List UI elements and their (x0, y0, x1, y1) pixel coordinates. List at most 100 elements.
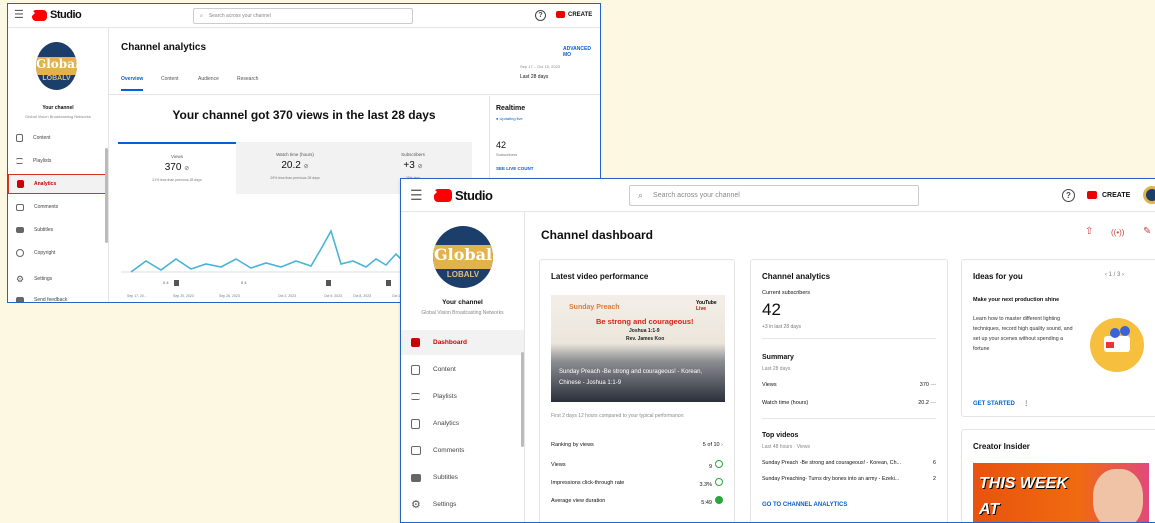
content-icon (411, 364, 420, 375)
nav-copyright[interactable]: Copyright (8, 244, 108, 262)
subtitles-icon (411, 473, 421, 482)
create-video-icon (1087, 191, 1097, 199)
top-video-row[interactable]: Sunday Preaching- Turns dry bones into a… (751, 476, 947, 482)
studio-logo[interactable]: Studio (434, 188, 493, 203)
sidebar-scrollbar[interactable] (521, 352, 524, 447)
go-live-icon[interactable]: ((•)) (1111, 228, 1124, 237)
create-post-icon[interactable]: ✎ (1143, 226, 1151, 237)
summary-row[interactable]: Watch time (hours) 20.2 — (751, 400, 947, 406)
realtime-subscriber-count: 42 (496, 140, 507, 150)
date-range[interactable]: Sep 17 – Oct 15, 2023 (520, 64, 560, 69)
x-tick: Sep 26, 2023 (219, 294, 240, 298)
dashboard-icon (411, 338, 420, 347)
gear-icon: ⚙ (16, 273, 25, 284)
creator-insider-thumbnail[interactable]: THIS WEEK AT (973, 463, 1149, 522)
chart-marker-label: 0 4 (241, 280, 247, 285)
video-marker[interactable] (326, 280, 331, 286)
nav-settings[interactable]: ⚙ Settings (401, 492, 524, 517)
stat-row[interactable]: Average view duration 5:49 (540, 496, 734, 506)
tab-overview[interactable]: Overview (121, 76, 144, 91)
help-icon[interactable]: ? (535, 10, 546, 21)
search-icon: ⌕ (200, 13, 203, 19)
video-thumbnail[interactable]: Sunday Preach Be strong and courageous! … (551, 295, 725, 402)
nav-send-feedback[interactable]: Send feedback (8, 291, 108, 302)
nav-comments[interactable]: Comments (401, 438, 524, 463)
nav-subtitles[interactable]: Subtitles (401, 465, 524, 490)
check-icon: ⊘ (303, 164, 309, 170)
channel-name: Global Vision Broadcasting Networks (25, 114, 91, 119)
check-icon (715, 460, 723, 468)
more-options-icon[interactable]: ⋮ (1023, 401, 1029, 407)
nav-playlists[interactable]: Playlists (401, 384, 524, 409)
your-channel-label: Your channel (42, 105, 74, 111)
chevron-right-icon[interactable]: › (1122, 272, 1124, 278)
feedback-icon (16, 296, 24, 302)
advanced-mode-link[interactable]: ADVANCED MO (563, 46, 600, 58)
sidebar: Global LOBALV Your channel Global Vision… (401, 212, 525, 522)
stat-row[interactable]: Impressions click-through rate 3.3% (540, 478, 734, 488)
video-marker[interactable] (174, 280, 179, 286)
summary-row[interactable]: Views 370 — (751, 382, 947, 388)
camera-illustration (1090, 318, 1144, 372)
channel-analytics-card: Channel analytics Current subscribers 42… (750, 259, 948, 522)
nav-analytics[interactable]: Analytics (401, 411, 524, 436)
tab-audience[interactable]: Audience (198, 76, 219, 82)
video-marker[interactable] (386, 280, 391, 286)
nav-settings[interactable]: ⚙ Settings (8, 270, 108, 288)
ideas-card: Ideas for you ‹ 1 / 3 › Make your next p… (961, 259, 1155, 417)
menu-icon[interactable]: ☰ (14, 8, 24, 21)
x-tick: Sep 20, 2023 (173, 294, 194, 298)
channel-name: Global Vision Broadcasting Networks (421, 310, 504, 316)
latest-video-card: Latest video performance Sunday Preach B… (539, 259, 735, 522)
tab-content[interactable]: Content (161, 76, 179, 82)
youtube-logo-icon (32, 9, 47, 21)
channel-avatar[interactable]: Global LOBALV (36, 42, 77, 90)
nav-playlists[interactable]: Playlists (8, 152, 108, 170)
nav-content[interactable]: Content (8, 129, 108, 147)
tab-research[interactable]: Research (237, 76, 258, 82)
nav-content[interactable]: Content (401, 357, 524, 382)
x-tick: Oct 5, 2023 (324, 294, 343, 298)
studio-logo[interactable]: Studio (32, 9, 82, 21)
get-started-button[interactable]: GET STARTED ⋮ (973, 400, 1029, 407)
sidebar: Global LOBALV Your channel Global Vision… (8, 28, 109, 302)
go-to-channel-analytics-link[interactable]: GO TO CHANNEL ANALYTICS (762, 502, 847, 508)
youtube-live-badge: YouTube Live (696, 300, 717, 312)
analytics-icon (411, 418, 420, 429)
x-tick: Oct 8, 2023 (353, 294, 372, 298)
metric-watch-time[interactable]: Watch time (hours) 20.2 ⊘ 29% less than … (236, 142, 354, 194)
nav-analytics[interactable]: Analytics (8, 174, 108, 194)
sidebar-scrollbar[interactable] (105, 148, 108, 243)
check-icon (715, 496, 723, 504)
top-video-row[interactable]: Sunday Preach -Be strong and courageous!… (751, 460, 947, 466)
pager: ‹ 1 / 3 › (1105, 272, 1125, 278)
video-title: Sunday Preach -Be strong and courageous!… (559, 369, 703, 386)
channel-avatar[interactable]: Global LOBALV (433, 226, 493, 288)
nav-dashboard[interactable]: Dashboard (401, 330, 524, 355)
create-button[interactable]: CREATE (1087, 191, 1130, 199)
upload-icon[interactable]: ⇧ (1085, 226, 1093, 237)
check-icon: ⊘ (184, 166, 190, 172)
nav-comments[interactable]: Comments (8, 198, 108, 216)
stat-row[interactable]: Ranking by views 5 of 10 › (540, 442, 734, 448)
chart-marker-label: 0 4 (163, 280, 169, 285)
metric-views[interactable]: Views 370 ⊘ 21% less than previous 28 da… (118, 142, 236, 194)
help-icon[interactable]: ? (1062, 189, 1075, 202)
search-icon: ⌕ (638, 190, 644, 200)
date-range-label[interactable]: Last 28 days (520, 74, 548, 80)
menu-icon[interactable]: ☰ (410, 187, 423, 204)
search-input[interactable]: ⌕ Search across your channel (193, 8, 413, 24)
chevron-left-icon[interactable]: ‹ (1105, 272, 1107, 278)
copyright-icon (16, 249, 24, 257)
stat-row[interactable]: Views 9 (540, 460, 734, 470)
search-input[interactable]: ⌕ Search across your channel (629, 185, 919, 206)
your-channel-label: Your channel (442, 299, 483, 306)
create-button[interactable]: CREATE (556, 11, 592, 18)
nav-subtitles[interactable]: Subtitles (8, 221, 108, 239)
youtube-logo-icon (434, 189, 452, 202)
page-title: Channel analytics (121, 42, 207, 53)
account-avatar[interactable] (1143, 186, 1155, 204)
dashboard-window: ☰ Studio ⌕ Search across your channel ? … (400, 178, 1155, 523)
check-icon (715, 478, 723, 486)
see-live-count-link[interactable]: SEE LIVE COUNT (496, 166, 534, 171)
